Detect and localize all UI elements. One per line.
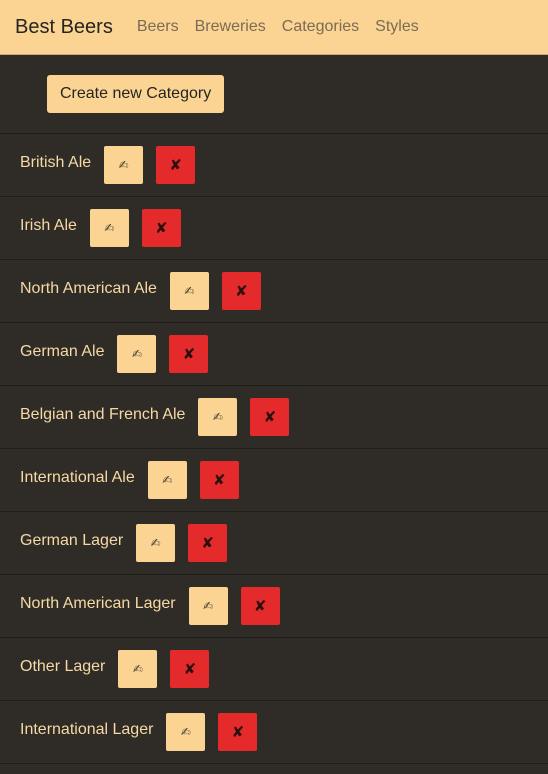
edit-icon: ✍ [150, 536, 161, 550]
category-row: German Ale ✍ ✘ [0, 323, 548, 386]
category-row: Other Lager ✍ ✘ [0, 638, 548, 701]
edit-icon: ✍ [118, 158, 129, 172]
category-row: Irish Ale ✍ ✘ [0, 197, 548, 260]
delete-icon: ✘ [183, 660, 197, 678]
edit-icon: ✍ [104, 221, 115, 235]
edit-icon: ✍ [131, 347, 143, 361]
delete-icon: ✘ [263, 408, 277, 426]
category-name: British Ale [20, 154, 92, 171]
category-row: British Ale ✍ ✘ [0, 134, 548, 197]
delete-category-button[interactable]: ✘ [188, 524, 228, 562]
delete-category-button[interactable]: ✘ [250, 398, 290, 436]
category-name: Irish Ale [20, 217, 77, 234]
category-row: North American Lager ✍ ✘ [0, 575, 548, 638]
category-name: German Lager [20, 532, 124, 549]
delete-category-button[interactable]: ✘ [141, 209, 181, 247]
category-row: German Lager ✍ ✘ [0, 512, 548, 575]
category-row: International Lager ✍ ✘ [0, 701, 548, 764]
brand-link[interactable]: Best Beers [15, 16, 113, 39]
delete-category-button[interactable]: ✘ [156, 146, 196, 184]
category-name: North American Lager [20, 595, 176, 612]
delete-category-button[interactable]: ✘ [218, 713, 258, 751]
edit-category-button[interactable]: ✍ [117, 335, 157, 373]
delete-icon: ✘ [182, 345, 196, 363]
delete-category-button[interactable]: ✘ [199, 461, 239, 499]
delete-icon: ✘ [201, 534, 214, 552]
edit-icon: ✍ [184, 284, 195, 298]
edit-category-button[interactable]: ✍ [169, 272, 209, 310]
edit-category-button[interactable]: ✍ [166, 713, 206, 751]
category-name: Other Lager [20, 658, 106, 675]
category-row: International Ale ✍ ✘ [0, 449, 548, 512]
delete-category-button[interactable]: ✘ [169, 335, 209, 373]
edit-category-button[interactable]: ✍ [89, 209, 129, 247]
delete-category-button[interactable]: ✘ [221, 272, 261, 310]
edit-icon: ✍ [203, 599, 214, 613]
category-name: North American Ale [20, 280, 157, 297]
edit-category-button[interactable]: ✍ [136, 524, 176, 562]
nav-link-categories[interactable]: Categories [282, 18, 359, 36]
delete-icon: ✘ [155, 219, 168, 237]
navbar: Best Beers Beers Breweries Categories St… [0, 0, 548, 55]
category-list: British Ale ✍ ✘ Irish Ale ✍ ✘ North American A… [0, 133, 548, 764]
delete-icon: ✘ [235, 282, 248, 300]
nav-link-styles[interactable]: Styles [375, 18, 419, 36]
delete-category-button[interactable]: ✘ [240, 587, 280, 625]
edit-icon: ✍ [132, 662, 143, 676]
category-name: Belgian and French Ale [20, 406, 186, 423]
category-name: German Ale [20, 343, 105, 360]
toolbar: Create new Category [0, 55, 548, 133]
delete-icon: ✘ [169, 156, 182, 174]
category-row: Belgian and French Ale ✍ ✘ [0, 386, 548, 449]
delete-icon: ✘ [253, 597, 267, 615]
delete-category-button[interactable]: ✘ [170, 650, 210, 688]
edit-category-button[interactable]: ✍ [118, 650, 158, 688]
delete-icon: ✘ [231, 723, 245, 741]
create-category-button[interactable]: Create new Category [47, 75, 225, 113]
nav-link-beers[interactable]: Beers [137, 18, 179, 36]
edit-icon: ✍ [162, 473, 173, 487]
edit-icon: ✍ [212, 410, 223, 424]
nav-link-breweries[interactable]: Breweries [195, 18, 266, 36]
category-name: International Ale [20, 469, 135, 486]
edit-icon: ✍ [180, 725, 191, 739]
category-row: North American Ale ✍ ✘ [0, 260, 548, 323]
delete-icon: ✘ [212, 471, 226, 489]
edit-category-button[interactable]: ✍ [104, 146, 144, 184]
edit-category-button[interactable]: ✍ [188, 587, 228, 625]
edit-category-button[interactable]: ✍ [147, 461, 187, 499]
edit-category-button[interactable]: ✍ [198, 398, 238, 436]
category-name: International Lager [20, 721, 154, 738]
